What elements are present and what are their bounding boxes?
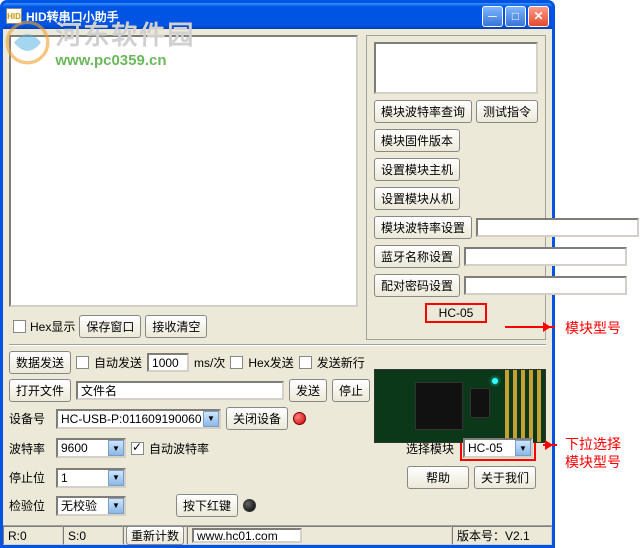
bt-name-input[interactable] [464, 247, 627, 266]
pair-pwd-input[interactable] [464, 276, 627, 295]
baud-combo-value: 9600 [61, 441, 88, 455]
test-cmd-button[interactable]: 测试指令 [476, 100, 538, 123]
auto-send-checkbox[interactable] [76, 356, 89, 369]
statusbar: R:0 S:0 重新计数 版本号：V2.1 [3, 525, 552, 545]
baud-set-button[interactable]: 模块波特率设置 [374, 216, 472, 239]
select-module-value: HC-05 [468, 441, 503, 455]
chevron-down-icon: ▼ [108, 498, 124, 514]
module-control-panel: 模块波特率查询 测试指令 模块固件版本 设置模块主机 设置模块从机 模块波特率设… [366, 35, 546, 340]
status-url-input[interactable] [192, 528, 302, 543]
hex-show-checkbox[interactable] [13, 320, 26, 333]
maximize-button[interactable]: □ [505, 6, 526, 27]
check-combo-value: 无校验 [61, 497, 97, 514]
firmware-button[interactable]: 模块固件版本 [374, 129, 460, 152]
status-version: 版本号：V2.1 [452, 526, 552, 545]
check-label: 检验位 [9, 497, 51, 514]
annotation-model-label: 模块型号 [565, 318, 621, 338]
send-button[interactable]: 发送 [289, 379, 327, 402]
device-led-icon [293, 412, 306, 425]
red-key-led-icon [243, 499, 256, 512]
baud-combo[interactable]: 9600 ▼ [56, 438, 126, 458]
set-master-button[interactable]: 设置模块主机 [374, 158, 460, 181]
hex-send-checkbox[interactable] [230, 356, 243, 369]
baud-label: 波特率 [9, 440, 51, 457]
chevron-down-icon: ▼ [515, 440, 531, 456]
annotation-arrow-1 [505, 326, 555, 328]
minimize-button[interactable]: ─ [482, 6, 503, 27]
close-device-button[interactable]: 关闭设备 [226, 407, 288, 430]
hex-show-label: Hex显示 [30, 318, 75, 335]
stopbit-label: 停止位 [9, 469, 51, 486]
status-s: S:0 [63, 526, 123, 545]
window-title: HID转串口小助手 [26, 8, 482, 25]
data-send-button[interactable]: 数据发送 [9, 351, 71, 374]
filename-input[interactable] [76, 381, 284, 400]
red-key-button[interactable]: 按下红键 [176, 494, 238, 517]
save-window-button[interactable]: 保存窗口 [79, 315, 141, 338]
annotation-arrow-2 [543, 444, 557, 446]
auto-send-label: 自动发送 [94, 354, 142, 371]
chevron-down-icon: ▼ [108, 470, 124, 486]
module-response-area[interactable] [374, 42, 538, 94]
baud-set-input[interactable] [476, 218, 639, 237]
about-button[interactable]: 关于我们 [474, 466, 536, 489]
stopbit-combo[interactable]: 1 ▼ [56, 468, 126, 488]
hex-send-label: Hex发送 [248, 354, 293, 371]
interval-unit-label: ms/次 [194, 354, 225, 371]
close-button[interactable]: ✕ [528, 6, 549, 27]
baud-query-button[interactable]: 模块波特率查询 [374, 100, 472, 123]
auto-baud-label: 自动波特率 [149, 440, 209, 457]
stopbit-combo-value: 1 [61, 471, 68, 485]
module-badge: HC-05 [425, 303, 488, 323]
device-combo-value: HC-USB-P:011609190060 [61, 412, 202, 426]
bt-name-button[interactable]: 蓝牙名称设置 [374, 245, 460, 268]
send-newline-checkbox[interactable] [299, 356, 312, 369]
open-file-button[interactable]: 打开文件 [9, 379, 71, 402]
receive-textarea[interactable] [9, 35, 358, 307]
reset-count-button[interactable]: 重新计数 [126, 526, 184, 545]
status-r: R:0 [3, 526, 63, 545]
chevron-down-icon: ▼ [203, 411, 219, 427]
send-newline-label: 发送新行 [317, 354, 365, 371]
rx-clear-button[interactable]: 接收清空 [145, 315, 207, 338]
auto-baud-checkbox[interactable] [131, 442, 144, 455]
titlebar[interactable]: HID HID转串口小助手 ─ □ ✕ [3, 3, 552, 29]
dev-no-label: 设备号 [9, 410, 51, 427]
annotation-dropdown-label2: 模块型号 [565, 452, 621, 472]
divider [9, 344, 546, 345]
device-combo[interactable]: HC-USB-P:011609190060 ▼ [56, 409, 221, 429]
app-icon: HID [6, 8, 22, 24]
module-image [374, 369, 546, 443]
set-slave-button[interactable]: 设置模块从机 [374, 187, 460, 210]
select-module-combo[interactable]: HC-05 ▼ [463, 438, 533, 458]
pair-pwd-button[interactable]: 配对密码设置 [374, 274, 460, 297]
main-window: HID HID转串口小助手 ─ □ ✕ Hex显示 保存窗口 接收清空 模块 [0, 0, 555, 548]
interval-input[interactable] [147, 353, 189, 372]
stop-button[interactable]: 停止 [332, 379, 370, 402]
help-button[interactable]: 帮助 [407, 466, 469, 489]
chevron-down-icon: ▼ [108, 440, 124, 456]
check-combo[interactable]: 无校验 ▼ [56, 496, 126, 516]
annotation-dropdown-label1: 下拉选择 [565, 434, 621, 454]
